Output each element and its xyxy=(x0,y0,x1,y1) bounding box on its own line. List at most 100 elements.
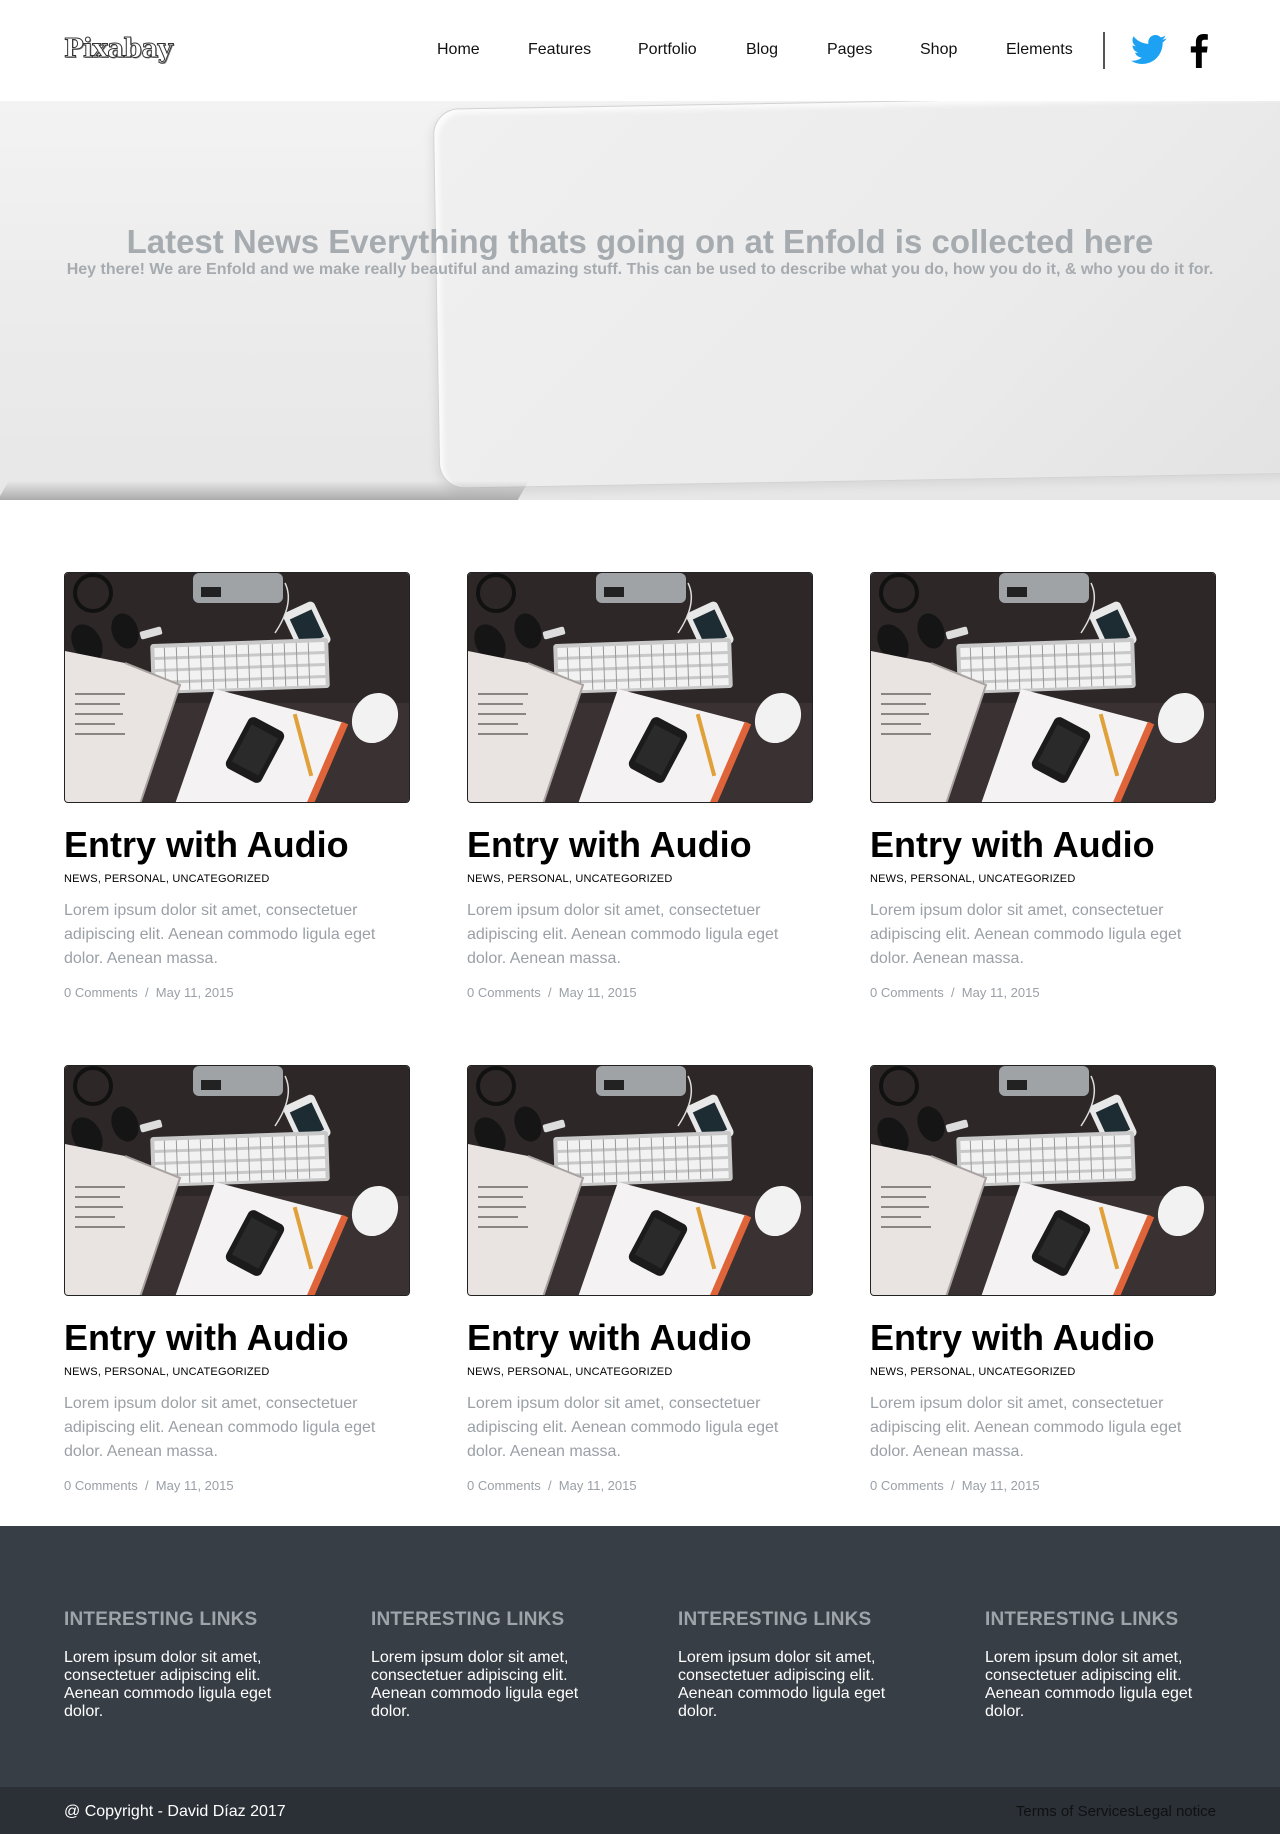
category-link[interactable]: News xyxy=(467,1366,501,1378)
footer-column: Interesting Links Lorem ipsum dolor sit … xyxy=(371,1609,601,1721)
site-footer: Interesting Links Lorem ipsum dolor sit … xyxy=(0,1526,1280,1787)
legal-links: Terms of ServicesLegal notice xyxy=(1016,1803,1216,1820)
post-thumbnail[interactable] xyxy=(467,1065,813,1296)
footer-heading: Interesting Links xyxy=(64,1609,258,1630)
nav-features[interactable]: Features xyxy=(528,41,591,59)
category-link[interactable]: Uncategorized xyxy=(978,873,1075,885)
post-categories: News, Personal, Uncategorized xyxy=(467,1366,673,1378)
category-link[interactable]: Personal xyxy=(104,873,166,885)
comments-link[interactable]: 0 Comments xyxy=(467,1478,541,1493)
post-excerpt: Lorem ipsum dolor sit amet, consectetuer… xyxy=(64,1395,376,1460)
footer-heading: Interesting Links xyxy=(985,1609,1179,1630)
category-link[interactable]: Uncategorized xyxy=(575,873,672,885)
footer-heading: Interesting Links xyxy=(678,1609,872,1630)
nav-shop[interactable]: Shop xyxy=(920,41,957,59)
category-link[interactable]: Uncategorized xyxy=(172,1366,269,1378)
nav-portfolio[interactable]: Portfolio xyxy=(638,41,697,59)
post-meta: 0 Comments / May 11, 2015 xyxy=(467,985,813,1000)
post-excerpt: Lorem ipsum dolor sit amet, consectetuer… xyxy=(64,902,376,967)
category-link[interactable]: Uncategorized xyxy=(978,1366,1075,1378)
post-title[interactable]: Entry with Audio xyxy=(467,1318,813,1358)
post-card: Entry with Audio News, Personal, Uncateg… xyxy=(870,572,1216,1000)
footer-text: Lorem ipsum dolor sit amet, consectetuer… xyxy=(64,1649,272,1720)
post-card: Entry with Audio News, Personal, Uncateg… xyxy=(467,1065,813,1493)
post-card: Entry with Audio News, Personal, Uncateg… xyxy=(64,572,410,1000)
copyright-text: @ Copyright - David Díaz 2017 xyxy=(64,1803,286,1820)
comments-link[interactable]: 0 Comments xyxy=(64,985,138,1000)
post-date: May 11, 2015 xyxy=(558,1478,637,1493)
category-link[interactable]: News xyxy=(64,1366,98,1378)
post-categories: News, Personal, Uncategorized xyxy=(64,1366,270,1378)
post-title[interactable]: Entry with Audio xyxy=(870,1318,1216,1358)
comments-link[interactable]: 0 Comments xyxy=(870,1478,944,1493)
post-card: Entry with Audio News, Personal, Uncateg… xyxy=(870,1065,1216,1493)
post-excerpt: Lorem ipsum dolor sit amet, consectetuer… xyxy=(870,1395,1182,1460)
post-thumbnail[interactable] xyxy=(870,1065,1216,1296)
meta-separator: / xyxy=(547,1478,552,1493)
comments-link[interactable]: 0 Comments xyxy=(467,985,541,1000)
nav-elements[interactable]: Elements xyxy=(1006,41,1073,59)
facebook-icon[interactable] xyxy=(1186,34,1212,68)
footer-column: Interesting Links Lorem ipsum dolor sit … xyxy=(64,1609,294,1721)
post-card: Entry with Audio News, Personal, Uncateg… xyxy=(64,1065,410,1493)
post-meta: 0 Comments / May 11, 2015 xyxy=(870,985,1216,1000)
footer-text: Lorem ipsum dolor sit amet, consectetuer… xyxy=(371,1649,579,1720)
category-link[interactable]: Uncategorized xyxy=(575,1366,672,1378)
page-subtitle: Hey there! We are Enfold and we make rea… xyxy=(66,261,1214,278)
category-link[interactable]: Personal xyxy=(910,873,972,885)
nav-divider xyxy=(1103,32,1105,69)
comments-link[interactable]: 0 Comments xyxy=(64,1478,138,1493)
twitter-icon[interactable] xyxy=(1131,34,1167,66)
post-date: May 11, 2015 xyxy=(155,985,234,1000)
post-title[interactable]: Entry with Audio xyxy=(64,825,410,865)
hero-laptop-edge xyxy=(0,481,529,500)
post-thumbnail[interactable] xyxy=(64,572,410,803)
nav-blog[interactable]: Blog xyxy=(746,41,778,59)
nav-pages[interactable]: Pages xyxy=(827,41,872,59)
category-link[interactable]: Personal xyxy=(104,1366,166,1378)
site-header: Pixabay Home Features Portfolio Blog Pag… xyxy=(0,0,1280,101)
category-link[interactable]: News xyxy=(870,873,904,885)
category-link[interactable]: Uncategorized xyxy=(172,873,269,885)
post-meta: 0 Comments / May 11, 2015 xyxy=(64,985,410,1000)
category-link[interactable]: Personal xyxy=(910,1366,972,1378)
footer-heading: Interesting Links xyxy=(371,1609,565,1630)
meta-separator: / xyxy=(144,1478,149,1493)
post-title[interactable]: Entry with Audio xyxy=(64,1318,410,1358)
footer-column: Interesting Links Lorem ipsum dolor sit … xyxy=(985,1609,1215,1721)
post-title[interactable]: Entry with Audio xyxy=(870,825,1216,865)
post-categories: News, Personal, Uncategorized xyxy=(870,1366,1076,1378)
post-excerpt: Lorem ipsum dolor sit amet, consectetuer… xyxy=(870,902,1182,967)
post-title[interactable]: Entry with Audio xyxy=(467,825,813,865)
footer-column: Interesting Links Lorem ipsum dolor sit … xyxy=(678,1609,908,1721)
post-meta: 0 Comments / May 11, 2015 xyxy=(64,1478,410,1493)
post-categories: News, Personal, Uncategorized xyxy=(64,873,270,885)
post-thumbnail[interactable] xyxy=(467,572,813,803)
post-card: Entry with Audio News, Personal, Uncateg… xyxy=(467,572,813,1000)
post-categories: News, Personal, Uncategorized xyxy=(870,873,1076,885)
meta-separator: / xyxy=(547,985,552,1000)
meta-separator: / xyxy=(950,1478,955,1493)
hero-laptop-lid xyxy=(432,101,1280,489)
nav-home[interactable]: Home xyxy=(437,41,480,59)
category-link[interactable]: Personal xyxy=(507,873,569,885)
post-thumbnail[interactable] xyxy=(870,572,1216,803)
post-meta: 0 Comments / May 11, 2015 xyxy=(870,1478,1216,1493)
category-link[interactable]: News xyxy=(467,873,501,885)
category-link[interactable]: News xyxy=(64,873,98,885)
comments-link[interactable]: 0 Comments xyxy=(870,985,944,1000)
post-thumbnail[interactable] xyxy=(64,1065,410,1296)
category-link[interactable]: Personal xyxy=(507,1366,569,1378)
post-date: May 11, 2015 xyxy=(961,1478,1040,1493)
post-date: May 11, 2015 xyxy=(961,985,1040,1000)
legal-notice-link[interactable]: Legal notice xyxy=(1135,1803,1216,1820)
post-date: May 11, 2015 xyxy=(558,985,637,1000)
post-excerpt: Lorem ipsum dolor sit amet, consectetuer… xyxy=(467,902,779,967)
footer-text: Lorem ipsum dolor sit amet, consectetuer… xyxy=(678,1649,886,1720)
page-title: Latest News Everything thats going on at… xyxy=(126,223,1154,260)
category-link[interactable]: News xyxy=(870,1366,904,1378)
post-excerpt: Lorem ipsum dolor sit amet, consectetuer… xyxy=(467,1395,779,1460)
terms-link[interactable]: Terms of Services xyxy=(1016,1803,1135,1820)
meta-separator: / xyxy=(144,985,149,1000)
post-meta: 0 Comments / May 11, 2015 xyxy=(467,1478,813,1493)
